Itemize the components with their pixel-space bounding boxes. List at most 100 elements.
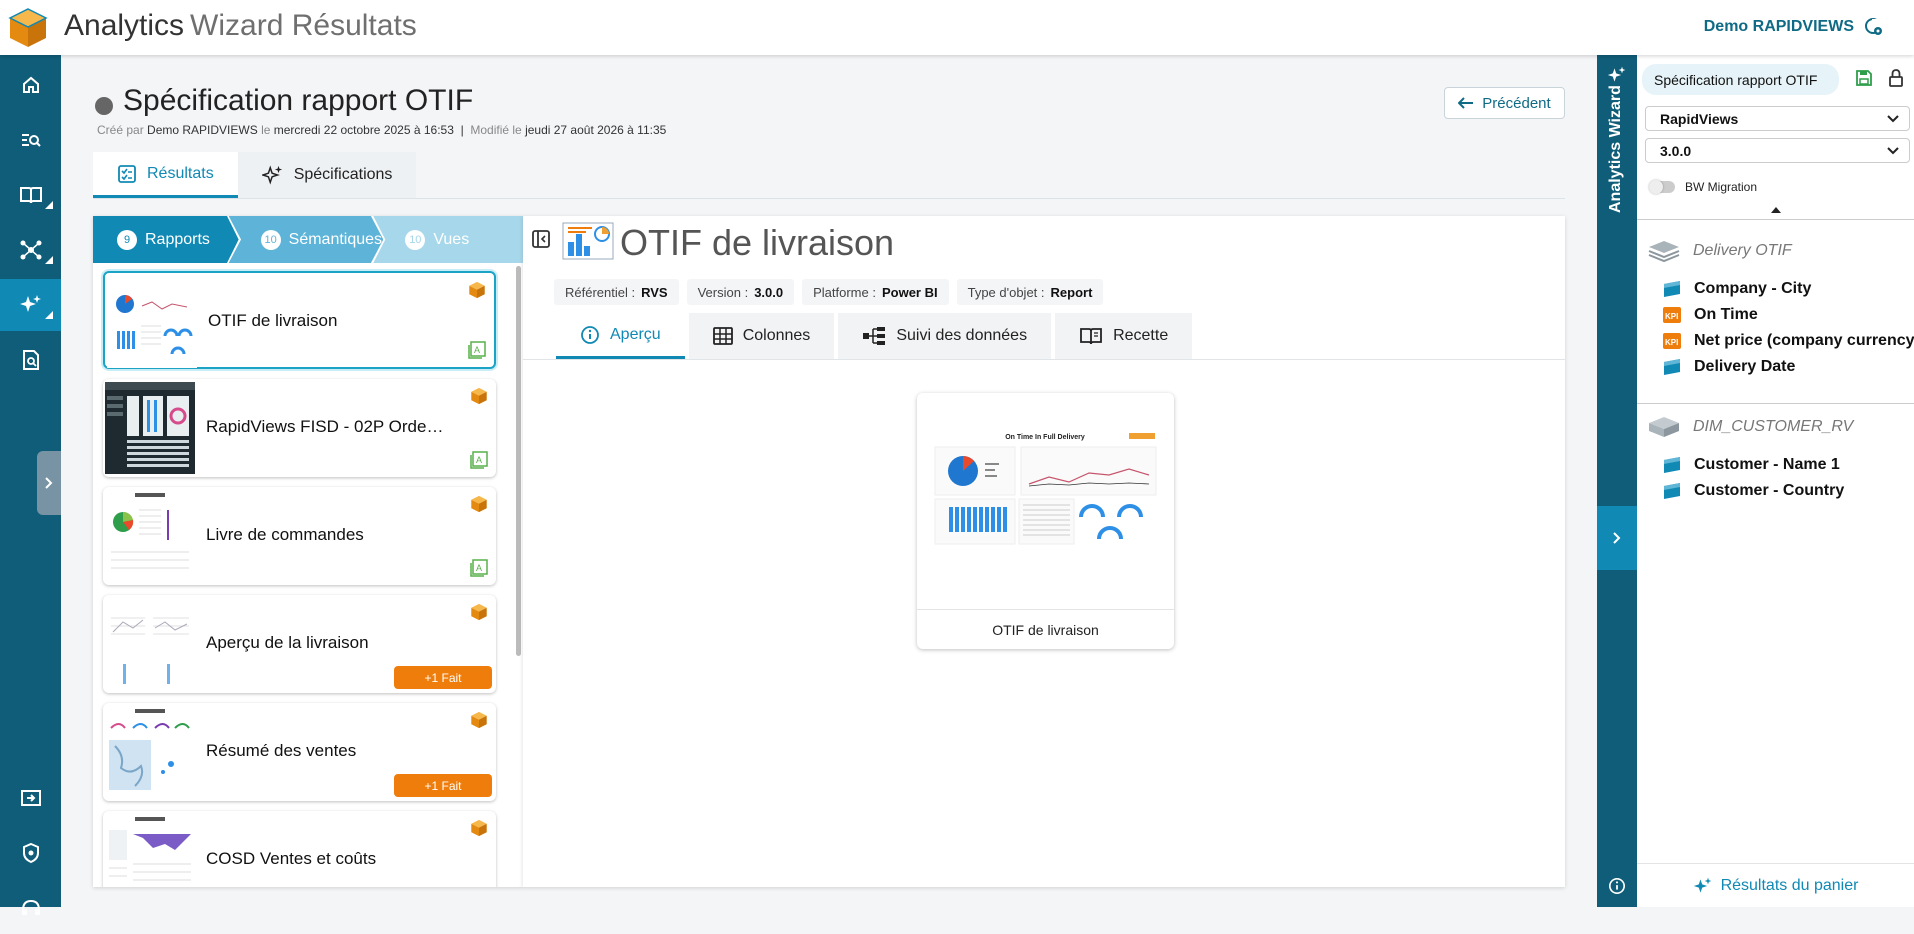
field-item[interactable]: Customer - Name 1: [1662, 456, 1840, 474]
step-count: 10: [405, 229, 426, 250]
nav-search-list-icon[interactable]: [0, 114, 61, 166]
tab-colonnes[interactable]: Colonnes: [688, 313, 835, 359]
previous-button[interactable]: Précédent: [1444, 87, 1565, 119]
report-thumbnail: [105, 814, 195, 887]
step-vues[interactable]: 10 Vues: [373, 216, 523, 263]
semantic-group[interactable]: Delivery OTIF: [1647, 239, 1792, 263]
step-label: Sémantiques: [288, 230, 383, 248]
cart-results-button[interactable]: Résultats du panier: [1637, 863, 1914, 907]
list-scrollbar[interactable]: [516, 266, 521, 656]
report-card[interactable]: Résumé des ventes +1 Fait: [103, 703, 496, 801]
nav-network-icon[interactable]: [0, 224, 61, 276]
chip-version: Version :3.0.0: [686, 279, 795, 305]
wizard-strip: Analytics Wizard: [1597, 55, 1637, 907]
step-semantiques[interactable]: 10 Sémantiques: [228, 216, 384, 263]
validated-tag-icon: A: [468, 341, 486, 359]
specification-panel: Spécification rapport OTIF RapidViews 3.…: [1637, 55, 1914, 907]
report-card[interactable]: Aperçu de la livraison +1 Fait: [103, 595, 496, 693]
report-thumbnail: [105, 598, 195, 690]
status-dot-icon: [95, 96, 113, 115]
dimension-icon: [1662, 456, 1682, 474]
page-meta: Créé par Demo RAPIDVIEWS le mercredi 22 …: [97, 123, 667, 137]
step-rapports[interactable]: 9 Rapports: [93, 216, 239, 263]
app-title: Analytics Wizard Résultats: [64, 9, 417, 42]
user-settings-icon[interactable]: [1864, 17, 1884, 37]
report-thumbnail: [105, 706, 195, 798]
group-name: DIM_CUSTOMER_RV: [1693, 418, 1854, 435]
field-name: Company - City: [1694, 280, 1812, 297]
version-select[interactable]: 3.0.0: [1645, 138, 1910, 163]
wizard-strip-title: Analytics Wizard: [1607, 85, 1624, 213]
tab-label: Suivi des données: [896, 327, 1028, 344]
tab-recette[interactable]: Recette: [1055, 313, 1193, 359]
dimension-icon: [1662, 280, 1682, 298]
tab-suivi-donnees[interactable]: Suivi des données: [838, 313, 1052, 359]
dashboard-title: On Time In Full Delivery: [1005, 434, 1085, 441]
fact-badge[interactable]: +1 Fait: [394, 666, 492, 689]
report-card[interactable]: OTIF de livraison A: [103, 271, 496, 369]
spec-name-chip[interactable]: Spécification rapport OTIF: [1642, 64, 1839, 95]
tab-label: Colonnes: [742, 327, 811, 344]
validated-tag-icon: A: [470, 559, 488, 577]
toggle-switch[interactable]: [1649, 180, 1675, 194]
wizard-sparkles-icon: [1607, 65, 1627, 85]
arrow-left-icon: [1458, 97, 1474, 109]
cube-icon: [1649, 417, 1679, 437]
nav-sparkles-icon[interactable]: [0, 279, 61, 331]
semantic-group[interactable]: DIM_CUSTOMER_RV: [1647, 415, 1853, 439]
open-book-icon: [1080, 328, 1102, 345]
repository-select[interactable]: RapidViews: [1645, 106, 1910, 131]
powerbi-cube-icon: [470, 603, 488, 621]
layers-icon: [1648, 241, 1680, 263]
nav-home-icon[interactable]: [0, 59, 61, 111]
user-menu[interactable]: Demo RAPIDVIEWS: [1704, 17, 1884, 37]
report-card[interactable]: COSD Ventes et coûts: [103, 811, 496, 887]
field-item[interactable]: Delivery Date: [1662, 358, 1795, 376]
lock-icon[interactable]: [1888, 68, 1904, 88]
tab-resultats[interactable]: Résultats: [93, 152, 238, 198]
toggle-label: BW Migration: [1685, 180, 1758, 194]
nav-book-icon[interactable]: [0, 169, 61, 221]
report-detail-title: OTIF de livraison: [620, 222, 895, 263]
validated-tag-icon: A: [470, 451, 488, 469]
table-icon: [712, 327, 733, 345]
step-count: 10: [260, 229, 281, 250]
field-name: Delivery Date: [1694, 358, 1796, 375]
svg-text:A: A: [474, 345, 480, 355]
nav-support-icon[interactable]: [0, 882, 61, 934]
tab-apercu[interactable]: Aperçu: [556, 313, 685, 359]
expand-right-panel-button[interactable]: [1597, 506, 1637, 570]
dimension-icon: [1662, 358, 1682, 376]
main-tabs: Résultats Spécifications: [93, 152, 417, 198]
report-preview-card[interactable]: On Time In Full Delivery OTIF de livrais…: [917, 393, 1174, 649]
nav-login-icon[interactable]: [0, 772, 61, 824]
field-item[interactable]: KPI Net price (company currency): [1662, 332, 1914, 350]
tab-label: Aperçu: [610, 325, 661, 343]
expand-left-panel-button[interactable]: [37, 451, 61, 515]
stepper: 9 Rapports 10 Sémantiques 10 Vues: [93, 216, 523, 263]
nav-document-search-icon[interactable]: [0, 334, 61, 386]
fact-badge[interactable]: +1 Fait: [394, 774, 492, 797]
bw-migration-toggle[interactable]: BW Migration: [1649, 180, 1757, 194]
divider: [1637, 219, 1914, 220]
svg-text:A: A: [476, 563, 482, 573]
dashboard-thumbnail: On Time In Full Delivery: [929, 429, 1162, 549]
powerbi-cube-icon: [468, 281, 486, 299]
report-thumbnail: [105, 382, 195, 474]
select-value: RapidViews: [1660, 110, 1739, 127]
info-icon[interactable]: [1608, 877, 1626, 895]
report-card[interactable]: Livre de commandes A: [103, 487, 496, 585]
divider: [93, 198, 1565, 199]
collapse-up-icon[interactable]: [1771, 207, 1781, 213]
field-item[interactable]: Customer - Country: [1662, 482, 1844, 500]
collapse-panel-icon[interactable]: [532, 230, 550, 248]
info-icon: [581, 325, 599, 344]
app-logo-icon[interactable]: [8, 7, 48, 49]
step-label: Rapports: [145, 230, 210, 248]
report-card[interactable]: RapidViews FISD - 02P Order Tracking A: [103, 379, 496, 477]
tab-specifications[interactable]: Spécifications: [237, 152, 417, 198]
nav-shield-icon[interactable]: [0, 827, 61, 879]
save-icon[interactable]: [1855, 69, 1873, 87]
field-item[interactable]: Company - City: [1662, 280, 1811, 298]
field-item[interactable]: KPI On Time: [1662, 306, 1758, 324]
